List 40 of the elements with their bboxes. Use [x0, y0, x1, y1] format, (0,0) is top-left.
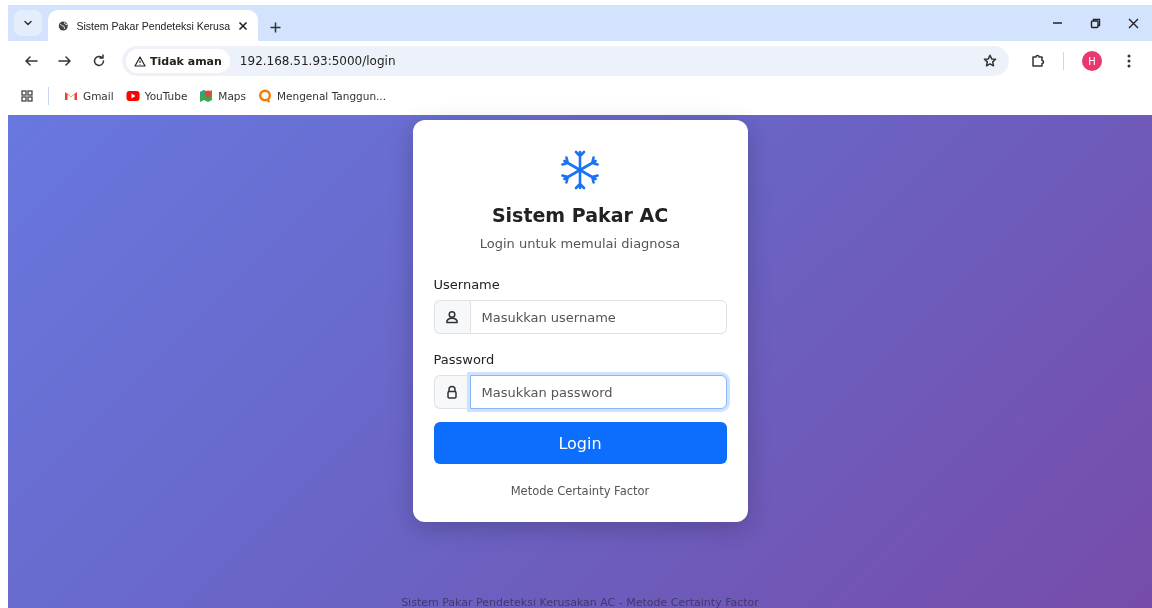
url-text: 192.168.51.93:5000/login [239, 54, 397, 68]
plus-icon [270, 22, 281, 33]
menu-icon [1127, 54, 1131, 68]
login-button[interactable]: Login [433, 422, 727, 464]
close-icon [1127, 17, 1139, 29]
close-icon [238, 20, 248, 31]
map-pin-icon [199, 89, 214, 103]
bookmark-link[interactable]: Maps [196, 87, 249, 105]
apps-grid-icon [21, 90, 33, 102]
login-subtitle: Login untuk memulai diagnosa [479, 236, 681, 251]
field-label: Username [433, 277, 501, 292]
profile-avatar[interactable]: H [1082, 51, 1102, 71]
back-arrow-icon [24, 54, 38, 68]
lock-icon [445, 385, 459, 399]
star-icon [983, 54, 997, 68]
restore-icon [1089, 17, 1101, 29]
bookmark-link[interactable]: YouTube [122, 87, 191, 105]
login-title: Sistem Pakar AC [491, 204, 669, 226]
forward-arrow-icon [58, 54, 72, 68]
mail-icon [64, 89, 78, 103]
puzzle-icon [1031, 54, 1045, 68]
address-bar[interactable]: Tidak aman 192.168.51.93:5000/login [122, 46, 1009, 76]
input-field[interactable]: Masukkan password [469, 375, 727, 409]
method-caption: Metode Certainty Factor [510, 484, 650, 498]
apps-button[interactable] [18, 88, 36, 104]
play-icon [125, 89, 140, 103]
bookmark-link[interactable]: Gmail [61, 87, 117, 105]
snowflake-icon [560, 150, 600, 190]
bookmark-link[interactable]: Mengenal Tanggun... [255, 87, 390, 105]
footer-text: Sistem Pakar Pendeteksi Kerusakan AC - Metode Certainty Factor [401, 596, 759, 608]
user-icon [445, 310, 459, 324]
browser-tab[interactable]: Sistem Pakar Pendeteksi Kerusa [48, 10, 258, 41]
warning-icon [134, 55, 146, 67]
security-chip[interactable]: Tidak aman [126, 49, 230, 73]
new-tab-button[interactable] [270, 22, 281, 33]
reload-icon [92, 54, 106, 68]
field-label: Password [433, 352, 496, 367]
close-tab-button[interactable] [238, 20, 248, 31]
tab-title: Sistem Pakar Pendeteksi Kerusa [76, 19, 230, 32]
chevron-down-icon [23, 18, 33, 28]
